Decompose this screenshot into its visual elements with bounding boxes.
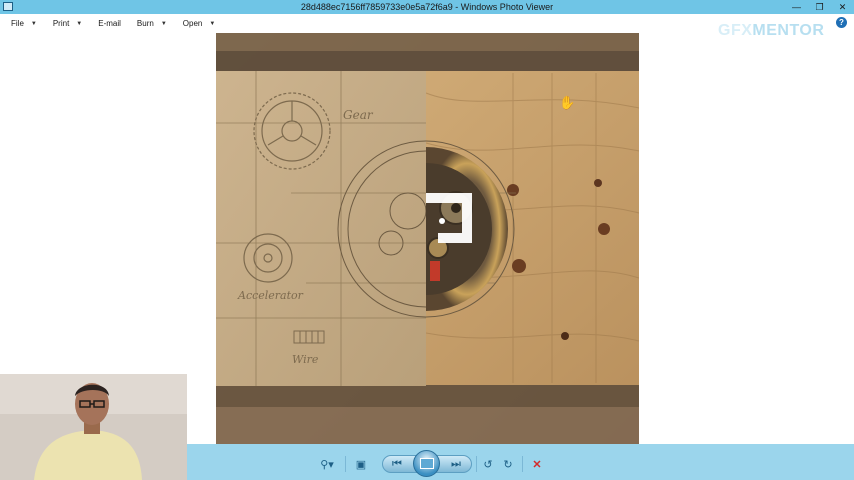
help-icon[interactable]: ? (836, 17, 847, 28)
delete-button[interactable]: ✕ (529, 456, 545, 472)
chevron-down-icon: ▼ (209, 20, 216, 27)
watermark-logo: GFXMENTOR (718, 22, 824, 40)
actual-size-button[interactable]: ▣ (353, 456, 369, 472)
zoom-button[interactable]: ⚲▾ (316, 456, 338, 472)
close-icon: ✕ (838, 1, 847, 12)
photo-view[interactable]: Gear Accelerator Wire ✋ (216, 33, 639, 444)
maximize-icon: ❐ (815, 1, 824, 12)
previous-button[interactable]: ⏮ (389, 456, 405, 472)
chevron-down-icon: ▼ (160, 20, 167, 27)
menu-file[interactable]: File ▼ (11, 19, 37, 28)
menu-print-label: Print (52, 19, 70, 28)
menu-burn-label: Burn (136, 19, 154, 28)
minimize-button[interactable]: — (785, 0, 808, 14)
gear-sketch-label: Gear (343, 108, 374, 122)
previous-icon: ⏮ (392, 457, 402, 470)
window-controls: — ❐ ✕ (785, 0, 854, 14)
maximize-button[interactable]: ❐ (808, 0, 831, 14)
rotate-left-icon: ↺ (483, 458, 493, 471)
delete-icon: ✕ (532, 458, 542, 471)
watermark-part1: GFX (718, 22, 753, 39)
separator (522, 456, 523, 472)
presenter-webcam (0, 374, 187, 480)
title-bar: 28d488ec7156ff7859733e0e5a72f6a9 - Windo… (0, 0, 854, 14)
accelerator-sketch-label: Accelerator (237, 289, 304, 302)
separator (345, 456, 346, 472)
photo-viewer-icon (3, 2, 13, 11)
hand-cursor-icon: ✋ (559, 95, 575, 110)
menu-print[interactable]: Print ▼ (53, 19, 82, 28)
slideshow-button[interactable] (413, 450, 440, 477)
menu-open[interactable]: Open ▼ (183, 19, 216, 28)
menu-file-label: File (11, 19, 24, 28)
menu-email-label: E-mail (98, 19, 121, 28)
next-icon: ⏭ (451, 457, 461, 470)
slideshow-icon (419, 458, 434, 469)
minimize-icon: — (792, 2, 801, 12)
rotate-right-button[interactable]: ↻ (500, 456, 516, 472)
menu-email[interactable]: E-mail (98, 19, 121, 28)
next-button[interactable]: ⏭ (448, 456, 464, 472)
menu-open-label: Open (182, 19, 203, 28)
chevron-down-icon: ▼ (76, 20, 83, 27)
wire-sketch-label: Wire (292, 353, 319, 366)
rotate-left-button[interactable]: ↺ (480, 456, 496, 472)
rotate-right-icon: ↻ (503, 458, 513, 471)
zoom-icon: ⚲▾ (320, 458, 334, 471)
watermark-part2: MENTOR (752, 22, 825, 39)
presenter-image (0, 374, 187, 480)
separator (476, 456, 477, 472)
actual-size-icon: ▣ (355, 458, 367, 471)
chevron-down-icon: ▼ (30, 20, 37, 27)
window-title: 28d488ec7156ff7859733e0e5a72f6a9 - Windo… (300, 2, 554, 12)
photo-image: Gear Accelerator Wire ✋ (216, 33, 639, 444)
menu-burn[interactable]: Burn ▼ (137, 19, 167, 28)
close-button[interactable]: ✕ (831, 0, 854, 14)
